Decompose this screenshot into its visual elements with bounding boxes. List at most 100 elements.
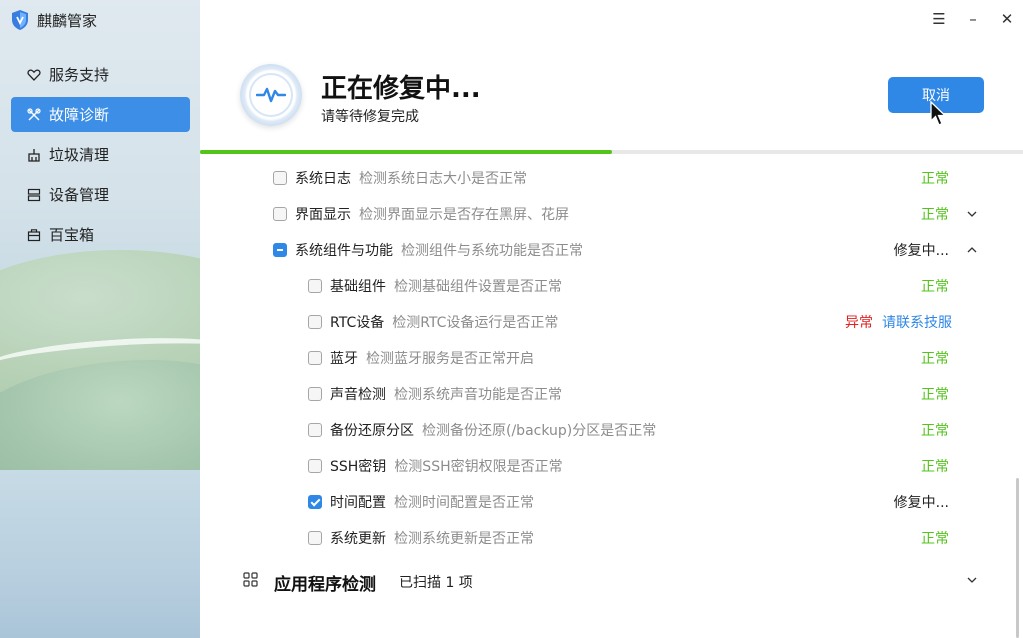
check-item-title: RTC设备 (330, 315, 385, 331)
check-item-name: 系统更新 检测系统更新是否正常 (330, 528, 534, 548)
check-item-name: 备份还原分区 检测备份还原(/backup)分区是否正常 (330, 420, 656, 440)
chevron-down-icon[interactable] (966, 208, 978, 220)
broom-icon (28, 148, 40, 162)
sidebar-item-label: 垃圾清理 (49, 146, 110, 164)
check-row: RTC设备 检测RTC设备运行是否正常 异常 请联系技服 (200, 304, 1023, 340)
app-title: 麒麟管家 (10, 8, 97, 32)
check-item-name: 时间配置 检测时间配置是否正常 (330, 492, 534, 512)
sidebar-item-junk-cleanup[interactable]: 垃圾清理 (11, 137, 190, 172)
check-status: 正常 (921, 531, 949, 547)
check-item-title: 基础组件 (330, 279, 386, 295)
close-icon[interactable]: ✕ (999, 10, 1015, 28)
contact-support-link[interactable]: 请联系技服 (882, 312, 952, 332)
check-item-title: 备份还原分区 (330, 423, 414, 439)
check-item-title: 时间配置 (330, 495, 386, 511)
check-status: 正常 (921, 459, 949, 475)
sidebar-background-water (0, 470, 200, 638)
repair-status-icon (240, 64, 302, 126)
check-item-description: 检测SSH密钥权限是否正常 (394, 459, 563, 475)
tools-icon (27, 107, 41, 120)
heart-icon (27, 68, 41, 81)
minimize-icon[interactable]: – (965, 10, 981, 28)
check-status: 异常 (845, 315, 873, 331)
check-item-title: SSH密钥 (330, 459, 387, 475)
check-item-name: SSH密钥 检测SSH密钥权限是否正常 (330, 456, 563, 476)
check-item-name: RTC设备 检测RTC设备运行是否正常 (330, 312, 558, 332)
sidebar-item-label: 百宝箱 (49, 226, 95, 244)
row-checkbox[interactable] (273, 243, 287, 257)
row-checkbox[interactable] (308, 495, 322, 509)
check-item-name: 蓝牙 检测蓝牙服务是否正常开启 (330, 348, 534, 368)
check-status: 正常 (921, 387, 949, 403)
row-checkbox[interactable] (308, 459, 322, 473)
app-check-section[interactable]: 应用程序检测 已扫描 1 项 (200, 562, 1023, 598)
check-row: 系统组件与功能 检测组件与系统功能是否正常 修复中... (200, 232, 1023, 268)
grid-icon (243, 572, 258, 587)
check-status: 正常 (921, 207, 949, 223)
check-status: 正常 (921, 423, 949, 439)
check-row: 声音检测 检测系统声音功能是否正常 正常 (200, 376, 1023, 412)
server-icon (27, 188, 41, 201)
check-row: 蓝牙 检测蓝牙服务是否正常开启 正常 (200, 340, 1023, 376)
app-name: 麒麟管家 (37, 11, 98, 30)
sidebar-item-toolbox[interactable]: 百宝箱 (11, 217, 190, 252)
app-check-count: 已扫描 1 项 (399, 575, 473, 591)
row-checkbox[interactable] (308, 315, 322, 329)
row-checkbox[interactable] (273, 207, 287, 221)
check-status: 正常 (921, 351, 949, 367)
page-subtitle: 请等待修复完成 (321, 109, 419, 125)
sidebar-item-label: 故障诊断 (49, 106, 110, 124)
check-item-description: 检测系统日志大小是否正常 (359, 171, 527, 187)
chevron-up-icon[interactable] (966, 244, 978, 256)
page-title: 正在修复中... (321, 74, 481, 104)
check-item-description: 检测系统更新是否正常 (394, 531, 534, 547)
row-checkbox[interactable] (308, 351, 322, 365)
check-item-description: 检测基础组件设置是否正常 (394, 279, 562, 295)
check-item-description: 检测蓝牙服务是否正常开启 (366, 351, 534, 367)
scrollbar[interactable] (1016, 478, 1019, 638)
sidebar-item-service-support[interactable]: 服务支持 (11, 57, 190, 92)
check-row: 基础组件 检测基础组件设置是否正常 正常 (200, 268, 1023, 304)
check-item-name: 基础组件 检测基础组件设置是否正常 (330, 276, 562, 296)
check-status: 正常 (921, 171, 949, 187)
mouse-cursor-icon (930, 101, 947, 126)
sidebar: 麒麟管家 服务支持 故障诊断 垃圾清理 设备管理 百宝箱 (0, 0, 200, 638)
check-status: 修复中... (893, 243, 949, 259)
sidebar-item-device-management[interactable]: 设备管理 (11, 177, 190, 212)
check-item-name: 系统组件与功能 检测组件与系统功能是否正常 (295, 240, 583, 260)
check-item-title: 系统组件与功能 (295, 243, 393, 259)
row-checkbox[interactable] (308, 387, 322, 401)
check-item-description: 检测时间配置是否正常 (394, 495, 534, 511)
row-checkbox[interactable] (308, 531, 322, 545)
repair-progress-fill (200, 150, 612, 154)
sidebar-item-label: 设备管理 (49, 186, 110, 204)
app-check-title: 应用程序检测 (274, 575, 376, 595)
check-item-title: 蓝牙 (330, 351, 358, 367)
shield-logo-icon (12, 10, 28, 30)
check-item-title: 声音检测 (330, 387, 386, 403)
check-item-name: 界面显示 检测界面显示是否存在黑屏、花屏 (295, 204, 569, 224)
row-checkbox[interactable] (308, 279, 322, 293)
row-checkbox[interactable] (308, 423, 322, 437)
check-item-name: 系统日志 检测系统日志大小是否正常 (295, 168, 527, 188)
sidebar-item-fault-diagnosis[interactable]: 故障诊断 (11, 97, 190, 132)
check-item-title: 系统日志 (295, 171, 351, 187)
check-item-description: 检测备份还原(/backup)分区是否正常 (422, 423, 657, 439)
row-checkbox[interactable] (273, 171, 287, 185)
check-item-description: 检测界面显示是否存在黑屏、花屏 (359, 207, 569, 223)
check-row: 备份还原分区 检测备份还原(/backup)分区是否正常 正常 (200, 412, 1023, 448)
check-status: 正常 (921, 279, 949, 295)
menu-icon[interactable]: ☰ (931, 10, 947, 28)
check-row: SSH密钥 检测SSH密钥权限是否正常 正常 (200, 448, 1023, 484)
check-status: 修复中... (893, 495, 949, 511)
check-row: 系统日志 检测系统日志大小是否正常 正常 (200, 160, 1023, 196)
toolbox-icon (27, 228, 41, 241)
check-item-title: 界面显示 (295, 207, 351, 223)
check-row: 系统更新 检测系统更新是否正常 正常 (200, 520, 1023, 556)
check-item-title: 系统更新 (330, 531, 386, 547)
sidebar-item-label: 服务支持 (49, 66, 110, 84)
window-controls: ☰ – ✕ (931, 10, 1015, 28)
sidebar-nav: 服务支持 故障诊断 垃圾清理 设备管理 百宝箱 (11, 57, 190, 257)
check-row: 界面显示 检测界面显示是否存在黑屏、花屏 正常 (200, 196, 1023, 232)
chevron-down-icon[interactable] (966, 574, 978, 586)
